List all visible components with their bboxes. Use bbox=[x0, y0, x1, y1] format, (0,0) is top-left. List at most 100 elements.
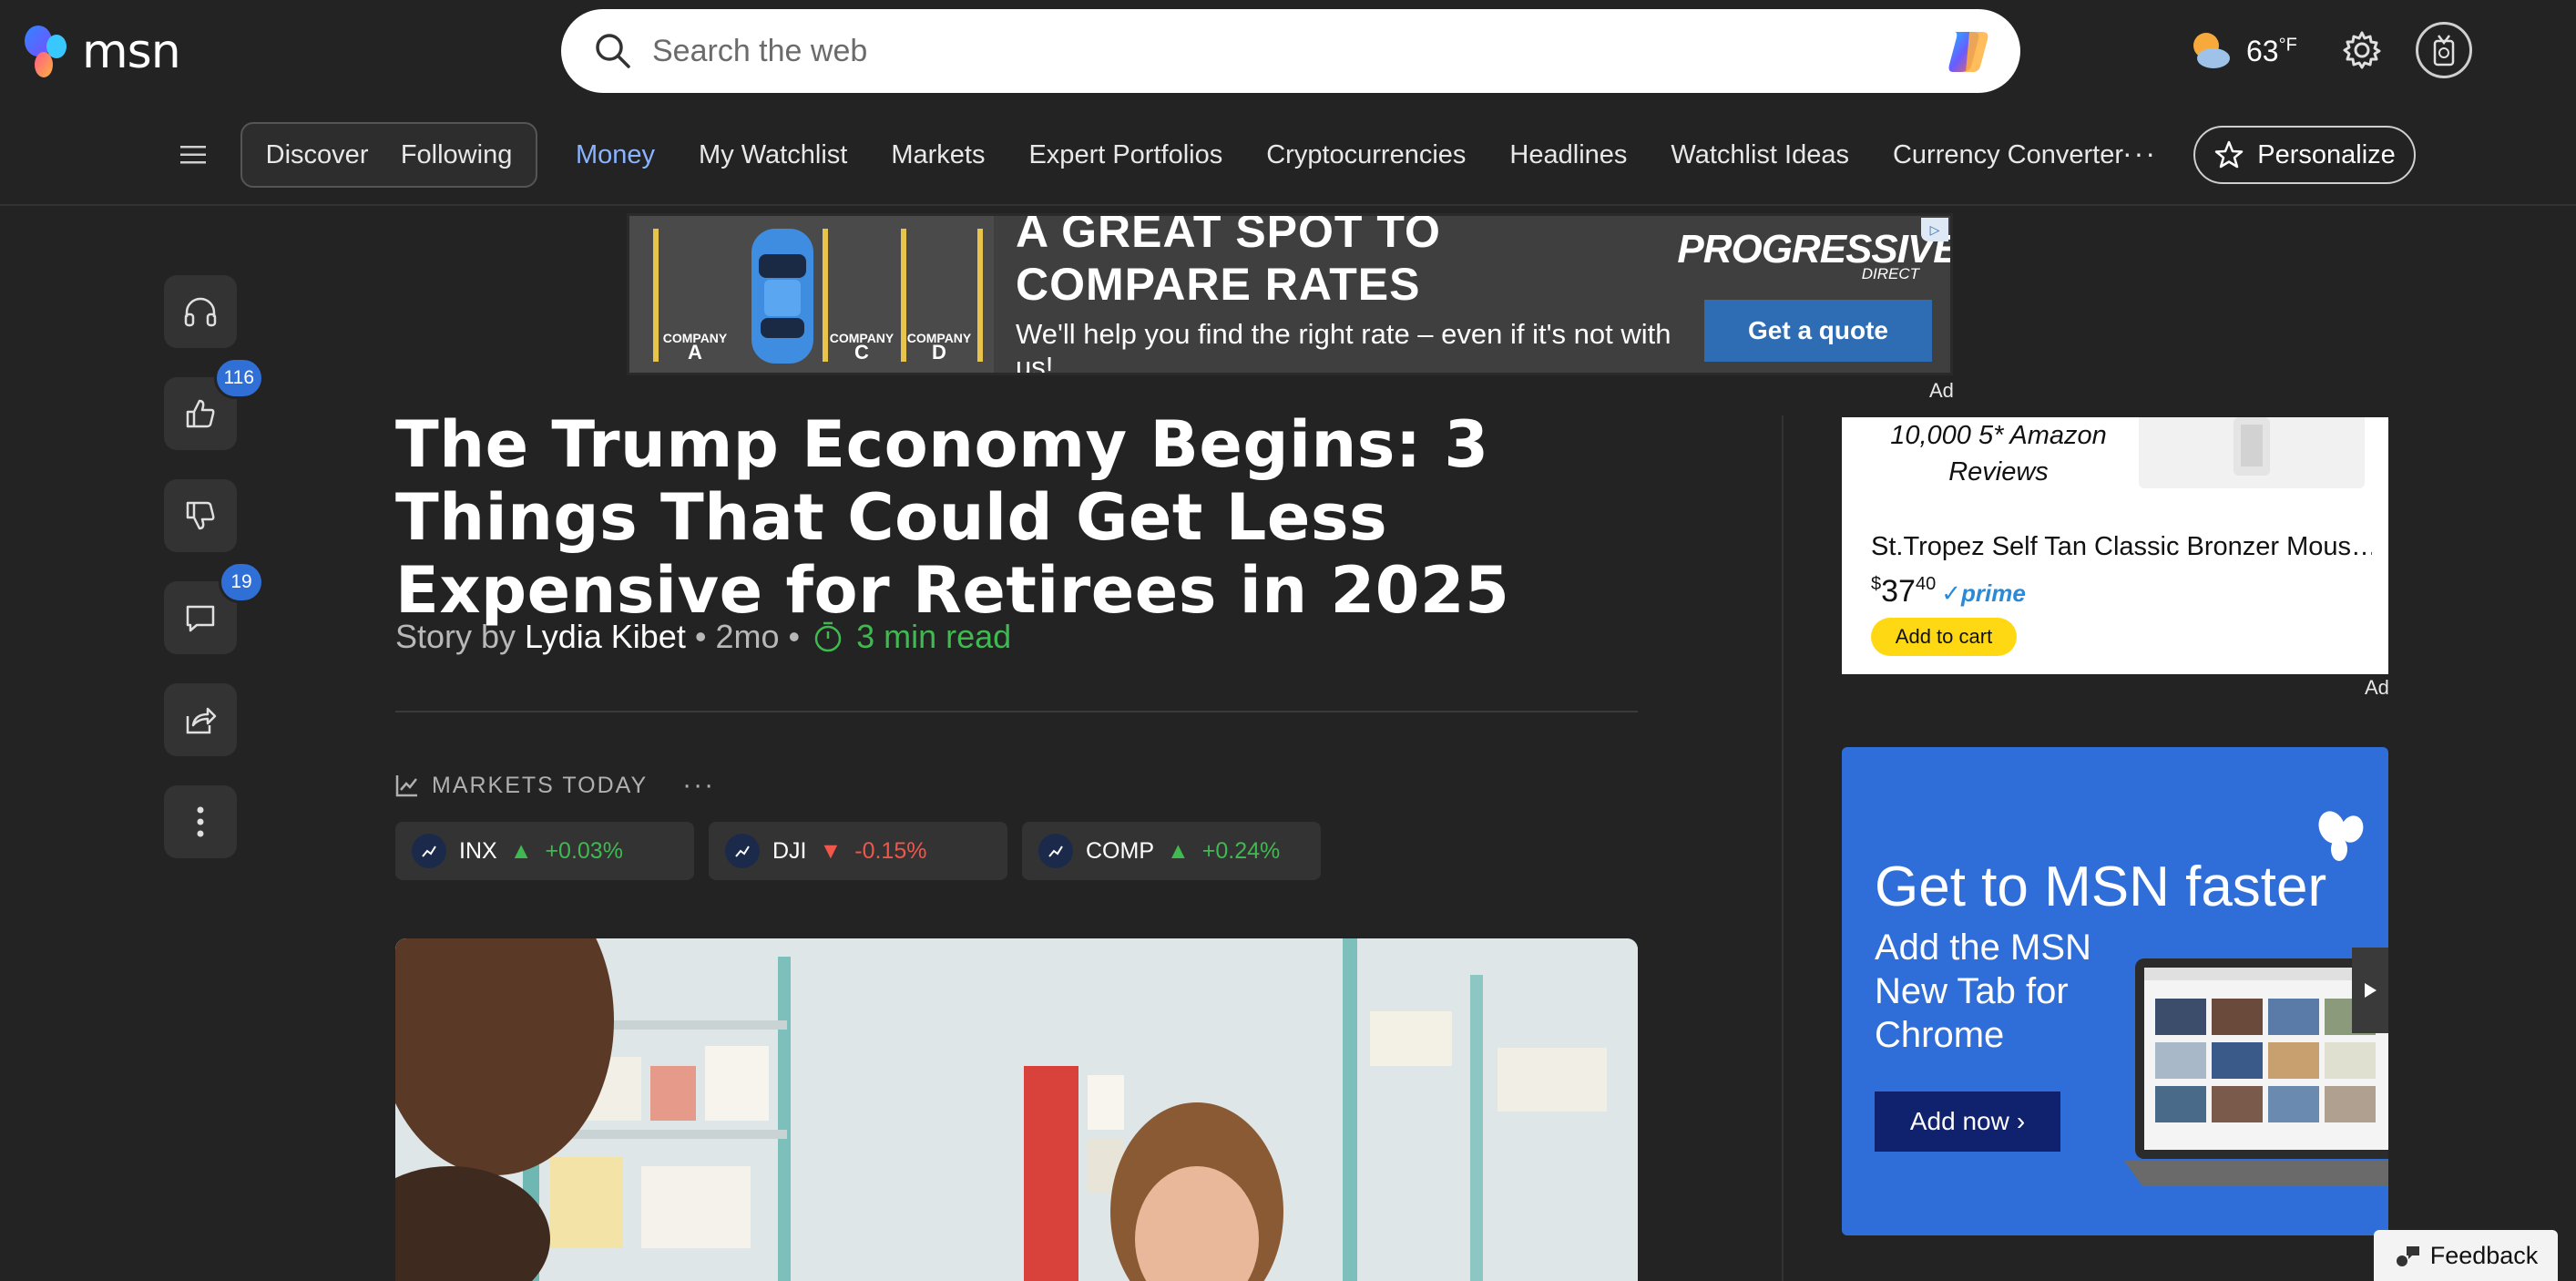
msn-logo[interactable]: msn bbox=[20, 20, 181, 84]
markets-today-title: MARKETS TODAY bbox=[432, 772, 649, 798]
byline-divider bbox=[395, 711, 1638, 712]
nav-link-expert-portfolios[interactable]: Expert Portfolios bbox=[1028, 140, 1222, 170]
ticker-icon bbox=[725, 834, 760, 868]
progressive-direct-label: DIRECT bbox=[1861, 265, 1919, 282]
weather-temperature: 63°F bbox=[2246, 34, 2297, 67]
star-icon bbox=[2214, 140, 2244, 169]
ticker-icon bbox=[1038, 834, 1073, 868]
comment-icon bbox=[186, 605, 215, 632]
feed-toggle: Discover Following bbox=[240, 122, 537, 188]
nav-link-money[interactable]: Money bbox=[576, 140, 655, 170]
banner-headline: A GREAT SPOT TO COMPARE RATES bbox=[1016, 213, 1441, 310]
column-divider bbox=[1782, 415, 1784, 1281]
up-arrow-icon: ▲ bbox=[509, 837, 533, 864]
car-icon bbox=[751, 229, 813, 364]
gear-icon bbox=[2343, 31, 2381, 69]
product-price: $ 37 40 ✓prime bbox=[1871, 574, 2026, 609]
article-hero-image[interactable] bbox=[395, 938, 1638, 1281]
ticker-symbol: INX bbox=[459, 837, 497, 864]
nav-more-button[interactable]: ··· bbox=[2122, 137, 2157, 170]
menu-button[interactable] bbox=[175, 137, 211, 173]
product-ad-label: Ad bbox=[2365, 676, 2389, 699]
parking-illustration: COMPANY A COMPANY C COMPANY D bbox=[629, 216, 994, 373]
rewards-button[interactable] bbox=[2416, 22, 2472, 78]
rewards-medal-icon bbox=[2433, 35, 2455, 67]
company-a-label: COMPANY A bbox=[662, 331, 728, 364]
ticker-symbol: COMP bbox=[1086, 837, 1154, 864]
hamburger-icon bbox=[180, 146, 206, 164]
nav-link-currency-converter[interactable]: Currency Converter bbox=[1893, 140, 2123, 170]
ticker-change: +0.03% bbox=[545, 837, 623, 864]
comments-button[interactable]: 19 bbox=[164, 561, 264, 654]
personalize-label: Personalize bbox=[2257, 139, 2396, 169]
msn-chrome-ad[interactable]: Get to MSN faster Add the MSN New Tab fo… bbox=[1842, 747, 2388, 1235]
butterfly-logo-icon bbox=[25, 26, 66, 77]
ticker-comp[interactable]: COMP ▲ +0.24% bbox=[1022, 822, 1321, 880]
share-icon bbox=[186, 707, 217, 734]
copilot-icon[interactable] bbox=[1942, 25, 1995, 77]
banner-ad-label: Ad bbox=[1929, 379, 1954, 402]
company-c-label: COMPANY C bbox=[829, 331, 894, 364]
product-name[interactable]: St.Tropez Self Tan Classic Bronzer Mous… bbox=[1871, 532, 2372, 562]
amazon-product-ad[interactable]: 10,000 5* Amazon Reviews St.Tropez Self … bbox=[1842, 417, 2388, 674]
banner-brand-area: PROGRESSIVE DIRECT Get a quote bbox=[1677, 227, 1950, 362]
add-now-label: Add now bbox=[1909, 1107, 2009, 1135]
logo-text: msn bbox=[82, 25, 181, 79]
chart-line-icon bbox=[395, 775, 417, 797]
tab-discover[interactable]: Discover bbox=[266, 140, 369, 170]
adchoices-icon[interactable]: ▷ bbox=[1921, 218, 1948, 241]
ticker-icon bbox=[412, 834, 446, 868]
add-now-button[interactable]: Add now › bbox=[1875, 1091, 2060, 1152]
personalize-button[interactable]: Personalize bbox=[2193, 126, 2416, 184]
ticker-inx[interactable]: INX ▲ +0.03% bbox=[395, 822, 694, 880]
chevron-right-icon: › bbox=[2016, 1107, 2026, 1135]
product-image bbox=[2139, 417, 2365, 488]
progressive-banner-ad[interactable]: COMPANY A COMPANY C COMPANY D A GREAT SPOT … bbox=[627, 213, 1953, 375]
read-time: 3 min read bbox=[856, 618, 1012, 655]
search-bar[interactable] bbox=[561, 9, 2020, 93]
play-button[interactable] bbox=[2352, 948, 2388, 1033]
add-to-cart-button[interactable]: Add to cart bbox=[1871, 618, 2017, 656]
likes-count-badge: 116 bbox=[213, 357, 264, 399]
up-arrow-icon: ▲ bbox=[1167, 837, 1190, 864]
banner-copy: A GREAT SPOT TO COMPARE RATES We'll help… bbox=[994, 213, 1686, 375]
down-arrow-icon: ▼ bbox=[819, 837, 843, 864]
nav-link-markets[interactable]: Markets bbox=[891, 140, 985, 170]
article-age: • 2mo • bbox=[694, 618, 801, 655]
ticker-dji[interactable]: DJI ▼ -0.15% bbox=[709, 822, 1007, 880]
comments-count-badge: 19 bbox=[219, 561, 264, 603]
feedback-button[interactable]: Feedback bbox=[2374, 1230, 2558, 1281]
article-byline: Story by Lydia Kibet • 2mo • 3 min read bbox=[395, 616, 1011, 658]
author-name[interactable]: Lydia Kibet bbox=[525, 618, 686, 656]
article-headline: The Trump Economy Begins: 3 Things That … bbox=[395, 407, 1510, 628]
nav-link-my-watchlist[interactable]: My Watchlist bbox=[699, 140, 847, 170]
prime-badge: ✓prime bbox=[1941, 579, 2026, 607]
share-button[interactable] bbox=[164, 683, 237, 756]
nav-link-cryptocurrencies[interactable]: Cryptocurrencies bbox=[1266, 140, 1466, 170]
nav-link-headlines[interactable]: Headlines bbox=[1509, 140, 1627, 170]
vertical-ellipsis-icon bbox=[197, 806, 204, 837]
weather-widget[interactable]: 63°F bbox=[2186, 22, 2297, 80]
markets-more-button[interactable]: ··· bbox=[682, 770, 715, 801]
search-input[interactable] bbox=[652, 33, 1942, 69]
more-options-button[interactable] bbox=[164, 785, 237, 858]
story-by-label: Story by bbox=[395, 618, 516, 655]
ticker-change: +0.24% bbox=[1201, 837, 1281, 864]
nav-divider bbox=[0, 204, 2576, 206]
get-a-quote-button[interactable]: Get a quote bbox=[1704, 300, 1932, 362]
settings-button[interactable] bbox=[2332, 20, 2392, 80]
banner-subtext: We'll help you find the right rate – eve… bbox=[1016, 318, 1671, 375]
msn-ad-subtitle: Add the MSN New Tab for Chrome bbox=[1875, 927, 2091, 1055]
ticker-change: -0.15% bbox=[854, 837, 927, 864]
dislike-button[interactable] bbox=[164, 479, 237, 552]
feedback-label: Feedback bbox=[2429, 1241, 2539, 1269]
like-button[interactable]: 116 bbox=[164, 357, 264, 450]
timer-icon bbox=[814, 621, 842, 652]
listen-button[interactable] bbox=[164, 275, 237, 348]
nav-link-watchlist-ideas[interactable]: Watchlist Ideas bbox=[1671, 140, 1849, 170]
tab-following[interactable]: Following bbox=[401, 140, 513, 170]
product-reviews-text: 10,000 5* Amazon Reviews bbox=[1890, 421, 2107, 487]
search-icon bbox=[596, 34, 630, 68]
thumbs-up-icon bbox=[186, 399, 215, 428]
partly-cloudy-icon bbox=[2193, 33, 2230, 68]
